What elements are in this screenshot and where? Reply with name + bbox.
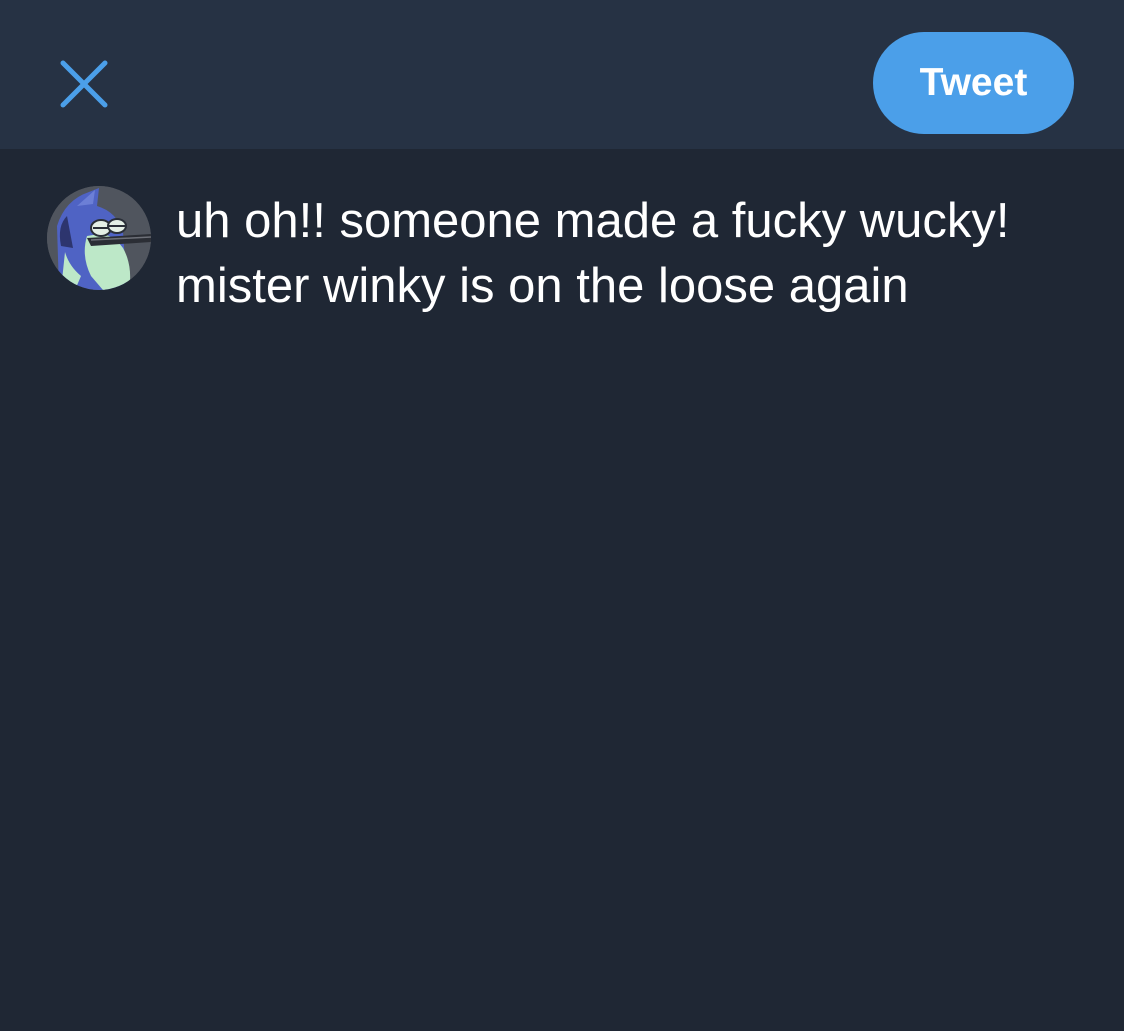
close-button[interactable]	[58, 58, 110, 110]
tweet-button[interactable]: Tweet	[873, 32, 1074, 134]
tweet-text-input[interactable]: uh oh!! someone made a fucky wucky! mist…	[176, 189, 1076, 319]
close-icon	[60, 60, 108, 108]
compose-header: Tweet	[0, 0, 1124, 149]
avatar	[47, 186, 151, 290]
compose-area: uh oh!! someone made a fucky wucky! mist…	[0, 149, 1124, 1031]
profile-avatar-image	[47, 186, 151, 290]
